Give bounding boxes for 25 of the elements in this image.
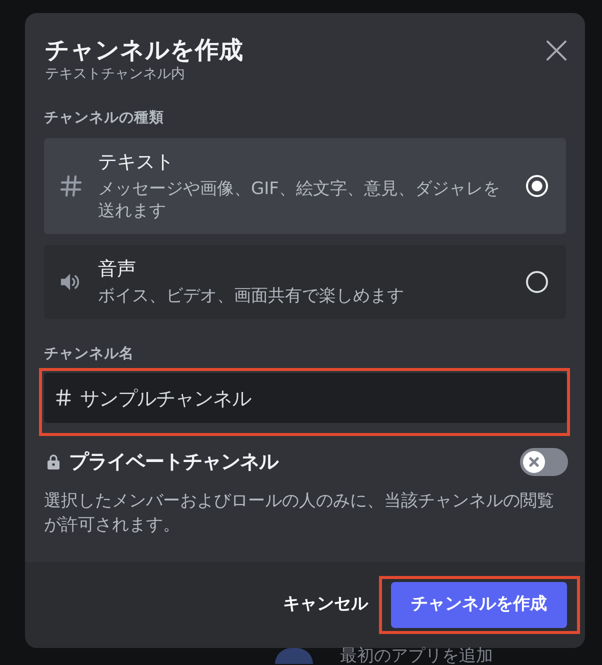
hash-icon (60, 175, 82, 197)
section-label: チャンネルの種類 (44, 110, 165, 127)
avatar-icon (275, 648, 313, 664)
knob-x-icon (523, 451, 545, 473)
lock-icon (47, 454, 60, 470)
private-channel-label: プライベートチャンネル (69, 450, 278, 474)
radio-button[interactable] (526, 271, 548, 293)
close-icon[interactable] (546, 40, 567, 61)
hash-icon (56, 389, 71, 406)
field-label: チャンネル名 (44, 346, 135, 363)
background-app-label: 最初のアプリを追加 (340, 648, 493, 664)
option-description: ボイス、ビデオ、画面共有で楽しめます (98, 285, 405, 307)
channel-type-option[interactable]: テキスト メッセージや画像、GIF、絵文字、意見、ダジャレを送れます (44, 138, 566, 234)
create-channel-button[interactable]: チャンネルを作成 (391, 582, 567, 628)
private-toggle[interactable] (520, 448, 568, 476)
cancel-button[interactable]: キャンセル (281, 592, 370, 618)
dialog-subtitle: テキストチャンネル内 (45, 65, 186, 83)
channel-type-option[interactable]: 音声 ボイス、ビデオ、画面共有で楽しめます (44, 245, 566, 319)
option-description: メッセージや画像、GIF、絵文字、意見、ダジャレを送れます (98, 178, 501, 222)
dialog-title: チャンネルを作成 (45, 35, 243, 65)
speaker-icon (60, 271, 82, 293)
option-title: テキスト (98, 150, 175, 174)
channel-name-field[interactable]: サンプルチャンネル (44, 373, 567, 423)
option-title: 音声 (98, 257, 137, 281)
private-channel-description: 選択したメンバーおよびロールの人のみに、当該チャンネルの閲覧が許可されます。 (44, 490, 555, 537)
